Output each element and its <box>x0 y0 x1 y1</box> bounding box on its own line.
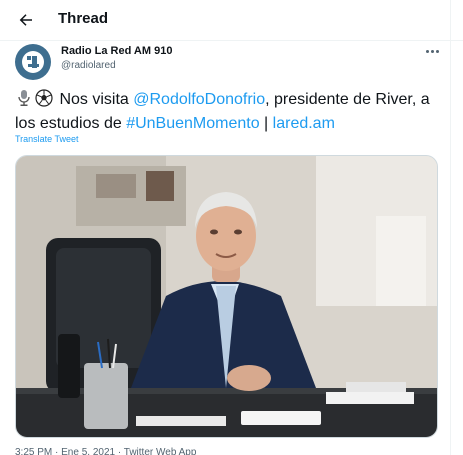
thread-header: Thread <box>0 0 463 40</box>
more-horizontal-icon <box>425 49 429 53</box>
radio-la-red-logo <box>22 51 44 73</box>
back-button[interactable] <box>14 8 38 32</box>
soccer-ball-icon <box>35 89 53 113</box>
column-border <box>450 0 451 455</box>
author-handle[interactable]: @radiolared <box>61 60 116 71</box>
tweet-photo[interactable] <box>15 155 438 438</box>
tweet-text: Nos visita @RodolfoDonofrio, presidente … <box>15 89 435 134</box>
avatar[interactable] <box>15 44 51 80</box>
tweet-text-part: | <box>259 115 273 132</box>
hashtag-link[interactable]: #UnBuenMomento <box>126 115 259 132</box>
translate-tweet-link[interactable]: Translate Tweet <box>15 134 79 144</box>
header-divider <box>0 40 463 41</box>
studio-microphone-icon <box>15 89 33 113</box>
page-title: Thread <box>58 10 109 27</box>
tweet-timestamp[interactable]: 3:25 PM · Ene 5, 2021 · Twitter Web App <box>15 447 196 455</box>
tweet-text-part: Nos visita <box>55 91 134 108</box>
author-name[interactable]: Radio La Red AM 910 <box>61 45 172 57</box>
more-button[interactable] <box>422 43 442 59</box>
mention-link[interactable]: @RodolfoDonofrio <box>133 91 265 108</box>
arrow-left-icon <box>19 14 32 26</box>
url-link[interactable]: lared.am <box>273 115 335 132</box>
